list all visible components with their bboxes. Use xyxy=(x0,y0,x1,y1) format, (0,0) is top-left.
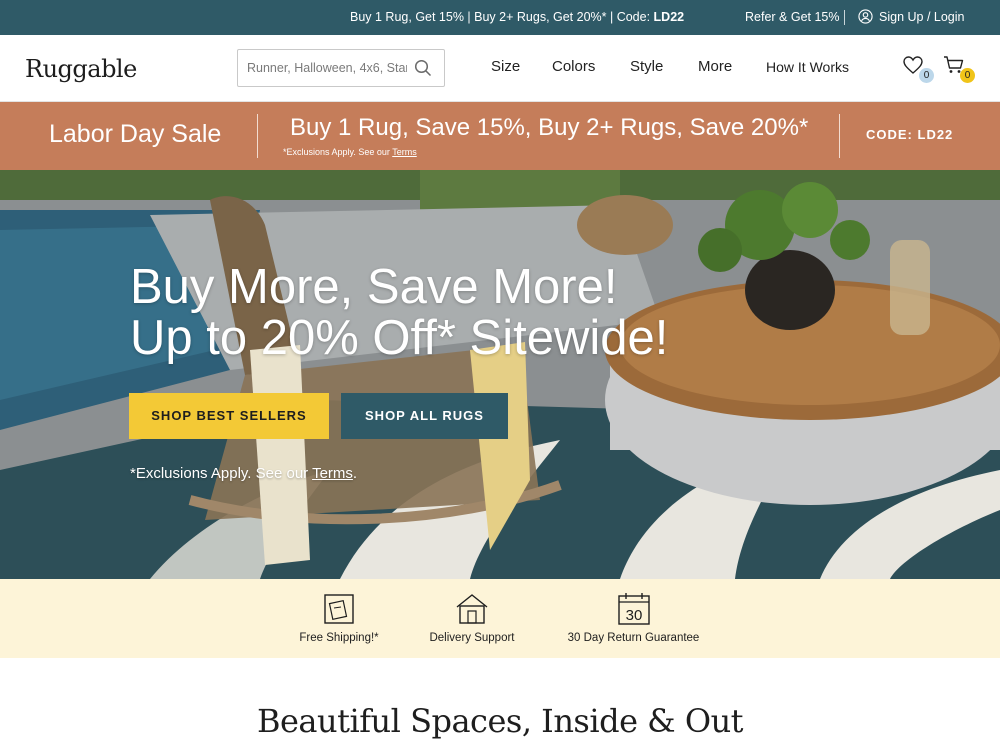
hero-terms-link[interactable]: Terms xyxy=(312,465,353,482)
divider xyxy=(839,114,840,158)
site-header: Ruggable Size Colors Style More How It W… xyxy=(0,35,1000,102)
terms-link[interactable]: Terms xyxy=(392,147,417,157)
calendar-icon: 30 xyxy=(617,593,650,625)
perks-bar: Free Shipping!* Delivery Support 30 30 D… xyxy=(0,579,1000,658)
nav-style[interactable]: Style xyxy=(630,58,663,75)
section-title: Beautiful Spaces, Inside & Out xyxy=(256,702,744,740)
perk-label: Delivery Support xyxy=(429,632,515,644)
sale-offer: Buy 1 Rug, Save 15%, Buy 2+ Rugs, Save 2… xyxy=(290,114,809,141)
logo[interactable]: Ruggable xyxy=(25,55,137,83)
user-icon xyxy=(858,9,873,24)
login-label: Sign Up / Login xyxy=(879,9,965,24)
login-link[interactable]: Sign Up / Login xyxy=(858,9,964,24)
hero-headline: Buy More, Save More! Up to 20% Off* Site… xyxy=(130,262,668,364)
nav-size[interactable]: Size xyxy=(491,58,520,75)
nav-colors[interactable]: Colors xyxy=(552,58,595,75)
perk-free-shipping: Free Shipping!* xyxy=(297,592,381,644)
search-icon[interactable] xyxy=(414,59,432,77)
shop-best-sellers-button[interactable]: SHOP BEST SELLERS xyxy=(129,393,329,439)
refer-link[interactable]: Refer & Get 15% xyxy=(745,10,840,24)
calendar-number: 30 xyxy=(625,607,642,624)
promo-text: Buy 1 Rug, Get 15% | Buy 2+ Rugs, Get 20… xyxy=(350,10,685,24)
sale-exclusions: *Exclusions Apply. See our Terms xyxy=(283,147,417,157)
divider xyxy=(844,10,845,25)
hero-banner: Buy More, Save More! Up to 20% Off* Site… xyxy=(0,170,1000,579)
wishlist-count: 0 xyxy=(919,68,934,83)
hero-headline-line1: Buy More, Save More! xyxy=(130,260,618,314)
sale-banner: Labor Day Sale Buy 1 Rug, Save 15%, Buy … xyxy=(0,102,1000,170)
cart-count: 0 xyxy=(960,68,975,83)
search-input[interactable] xyxy=(247,59,407,77)
shipping-box-icon xyxy=(324,594,354,624)
shop-all-rugs-button[interactable]: SHOP ALL RUGS xyxy=(341,393,508,439)
perk-label: 30 Day Return Guarantee xyxy=(567,632,700,644)
perk-label: Free Shipping!* xyxy=(299,632,379,644)
hero-disclaimer: *Exclusions Apply. See our Terms. xyxy=(130,465,358,482)
hero-image xyxy=(0,170,1000,579)
search-box xyxy=(237,49,445,87)
perk-delivery-support: Delivery Support xyxy=(424,592,520,644)
promo-code: LD22 xyxy=(653,10,685,24)
wishlist-button[interactable]: 0 xyxy=(902,53,934,83)
nav-more[interactable]: More xyxy=(698,58,732,75)
announcement-bar: Buy 1 Rug, Get 15% | Buy 2+ Rugs, Get 20… xyxy=(0,0,1000,35)
cart-button[interactable]: 0 xyxy=(943,53,975,83)
house-icon xyxy=(456,594,488,624)
sale-code: CODE: LD22 xyxy=(866,127,954,142)
perk-return-guarantee: 30 30 Day Return Guarantee xyxy=(563,592,704,644)
nav-how-it-works[interactable]: How It Works xyxy=(766,59,849,75)
divider xyxy=(257,114,258,158)
sale-title: Labor Day Sale xyxy=(49,120,222,148)
hero-headline-line2: Up to 20% Off* Sitewide! xyxy=(130,311,669,365)
